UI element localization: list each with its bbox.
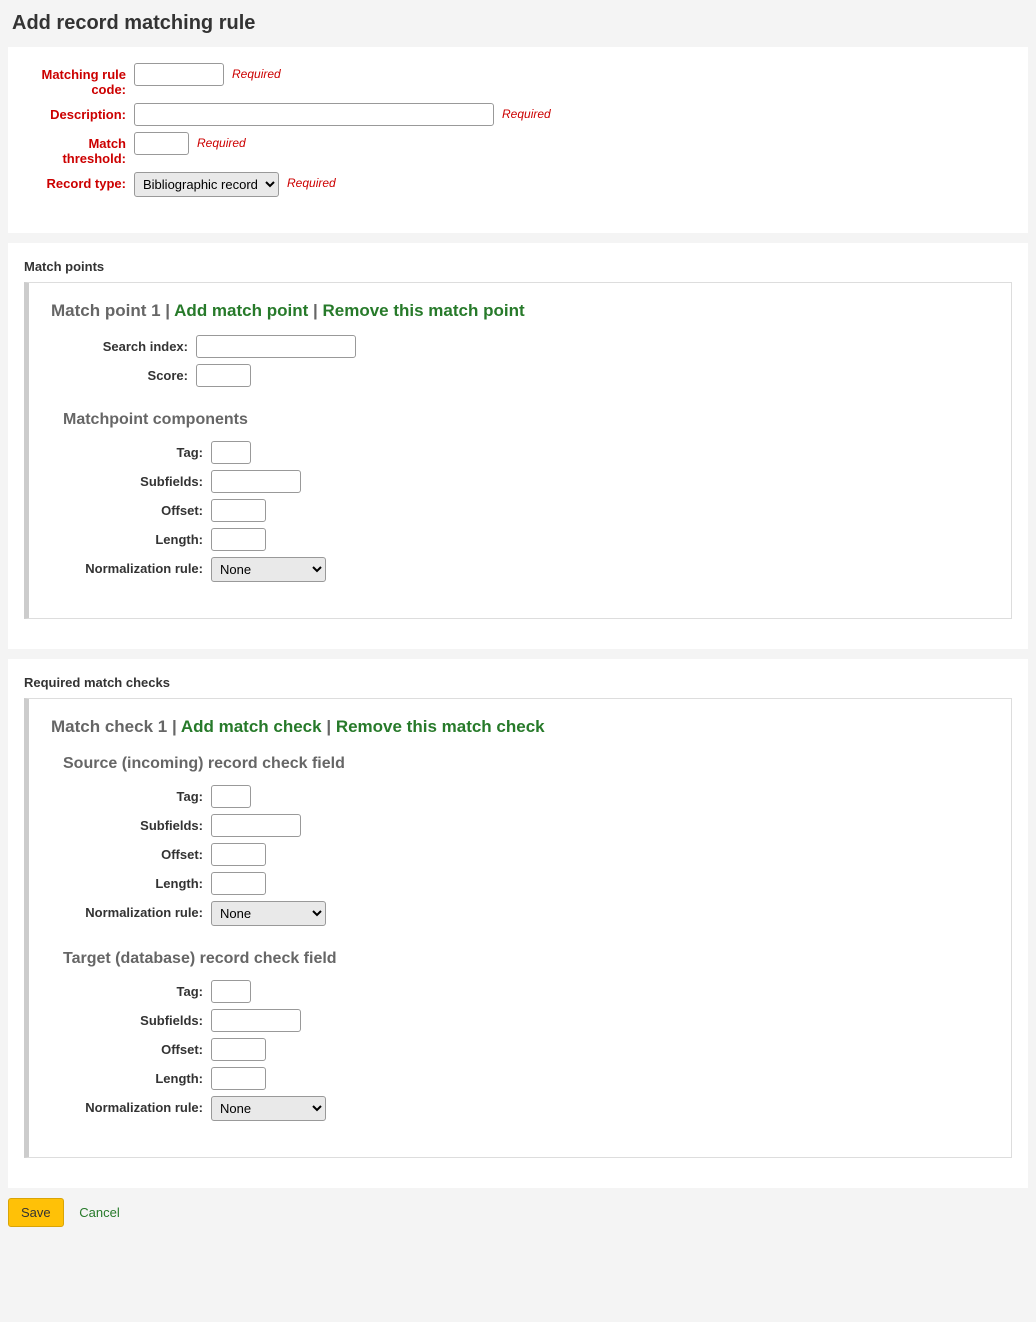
- match-threshold-label: Match threshold:: [24, 132, 134, 166]
- remove-match-point-link[interactable]: Remove this match point: [322, 301, 524, 320]
- mp-offset-input[interactable]: [211, 499, 266, 522]
- tgt-offset-input[interactable]: [211, 1038, 266, 1061]
- required-hint: Required: [197, 132, 246, 150]
- score-input[interactable]: [196, 364, 251, 387]
- source-check-title: Source (incoming) record check field: [63, 755, 989, 773]
- record-type-label: Record type:: [24, 172, 134, 191]
- tgt-length-label: Length:: [51, 1067, 211, 1086]
- mp-norm-select[interactable]: None: [211, 557, 326, 582]
- add-match-point-link[interactable]: Add match point: [174, 301, 308, 320]
- src-subfields-label: Subfields:: [51, 814, 211, 833]
- match-point-block: Match point 1 | Add match point | Remove…: [24, 282, 1012, 619]
- match-threshold-input[interactable]: [134, 132, 189, 155]
- tgt-length-input[interactable]: [211, 1067, 266, 1090]
- match-check-heading: Match check 1 | Add match check | Remove…: [51, 717, 989, 737]
- record-type-select[interactable]: Bibliographic record: [134, 172, 279, 197]
- match-points-title: Match points: [24, 259, 1012, 274]
- cancel-link[interactable]: Cancel: [79, 1205, 119, 1220]
- match-check-block: Match check 1 | Add match check | Remove…: [24, 698, 1012, 1158]
- score-label: Score:: [51, 364, 196, 383]
- tgt-norm-label: Normalization rule:: [51, 1096, 211, 1115]
- mp-length-label: Length:: [51, 528, 211, 547]
- match-point-heading: Match point 1 | Add match point | Remove…: [51, 301, 989, 321]
- remove-match-check-link[interactable]: Remove this match check: [336, 717, 545, 736]
- required-hint: Required: [502, 103, 551, 121]
- matching-rule-code-input[interactable]: [134, 63, 224, 86]
- tgt-offset-label: Offset:: [51, 1038, 211, 1057]
- page-title: Add record matching rule: [12, 12, 1028, 35]
- mp-subfields-input[interactable]: [211, 470, 301, 493]
- tgt-norm-select[interactable]: None: [211, 1096, 326, 1121]
- main-fieldset: Matching rule code: Required Description…: [8, 47, 1028, 233]
- required-hint: Required: [232, 63, 281, 81]
- mp-offset-label: Offset:: [51, 499, 211, 518]
- matchpoint-components-title: Matchpoint components: [63, 411, 989, 429]
- mp-length-input[interactable]: [211, 528, 266, 551]
- add-match-check-link[interactable]: Add match check: [181, 717, 322, 736]
- search-index-label: Search index:: [51, 335, 196, 354]
- mp-tag-input[interactable]: [211, 441, 251, 464]
- form-actions: Save Cancel: [8, 1198, 1028, 1227]
- tgt-tag-input[interactable]: [211, 980, 251, 1003]
- src-offset-input[interactable]: [211, 843, 266, 866]
- src-offset-label: Offset:: [51, 843, 211, 862]
- description-input[interactable]: [134, 103, 494, 126]
- src-length-label: Length:: [51, 872, 211, 891]
- match-checks-panel: Required match checks Match check 1 | Ad…: [8, 659, 1028, 1188]
- match-checks-title: Required match checks: [24, 675, 1012, 690]
- mp-tag-label: Tag:: [51, 441, 211, 460]
- search-index-input[interactable]: [196, 335, 356, 358]
- description-label: Description:: [24, 103, 134, 122]
- tgt-subfields-label: Subfields:: [51, 1009, 211, 1028]
- matching-rule-code-label: Matching rule code:: [24, 63, 134, 97]
- match-points-panel: Match points Match point 1 | Add match p…: [8, 243, 1028, 649]
- tgt-tag-label: Tag:: [51, 980, 211, 999]
- src-length-input[interactable]: [211, 872, 266, 895]
- required-hint: Required: [287, 172, 336, 190]
- src-tag-label: Tag:: [51, 785, 211, 804]
- mp-norm-label: Normalization rule:: [51, 557, 211, 576]
- tgt-subfields-input[interactable]: [211, 1009, 301, 1032]
- mp-subfields-label: Subfields:: [51, 470, 211, 489]
- save-button[interactable]: Save: [8, 1198, 64, 1227]
- src-norm-label: Normalization rule:: [51, 901, 211, 920]
- src-subfields-input[interactable]: [211, 814, 301, 837]
- src-norm-select[interactable]: None: [211, 901, 326, 926]
- target-check-title: Target (database) record check field: [63, 950, 989, 968]
- src-tag-input[interactable]: [211, 785, 251, 808]
